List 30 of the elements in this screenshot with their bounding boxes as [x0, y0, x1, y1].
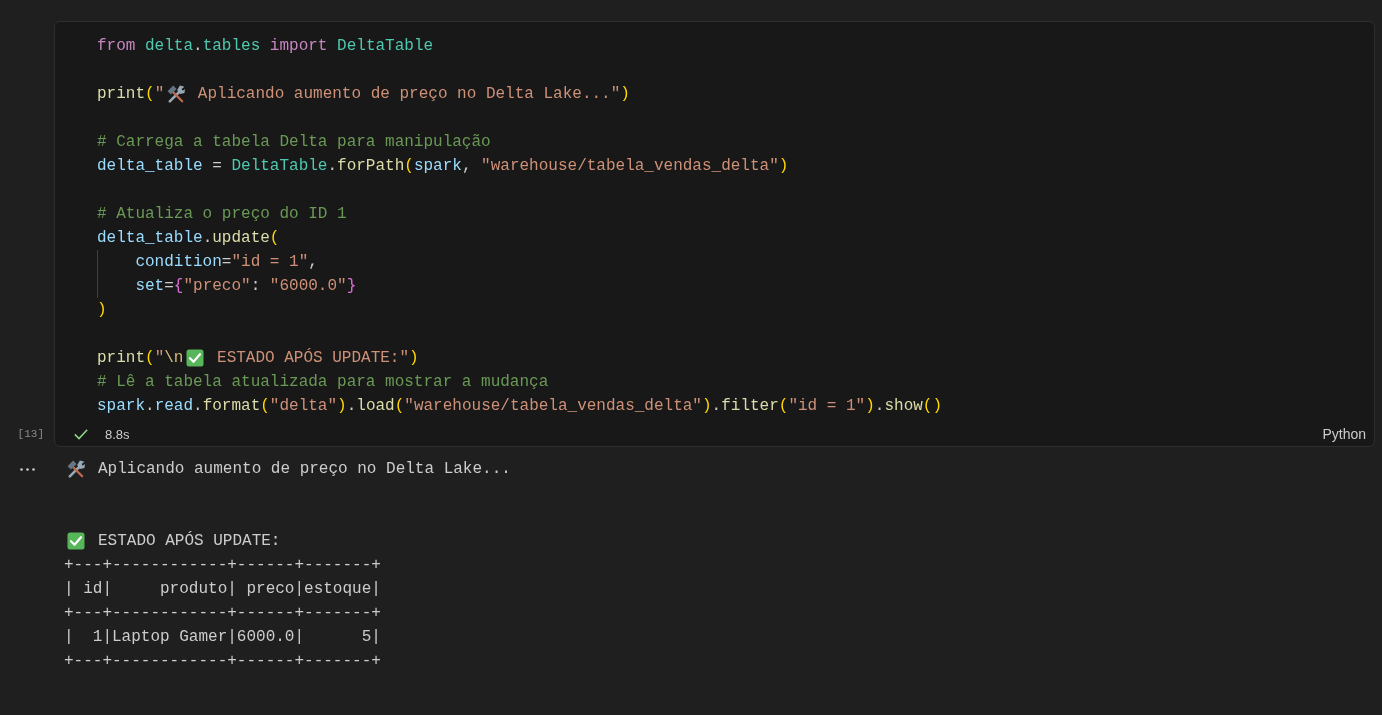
output-line: +---+------------+------+-------+	[64, 555, 381, 576]
execution-count: [13]	[17, 427, 44, 441]
check-square-icon	[67, 532, 85, 550]
code-line: condition="id = 1",	[97, 250, 318, 274]
output-text: ESTADO APÓS UPDATE:	[98, 530, 281, 552]
output-line: +---+------------+------+-------+	[64, 651, 381, 672]
code-line: spark.read.format("delta").load("warehouse/tabela_vendas_delta").filter("id = 1").show()	[97, 396, 943, 417]
code-text: print("\n	[97, 348, 184, 369]
execution-time: 8.8s	[105, 426, 130, 442]
code-line: # Carrega a tabela Delta para manipulação	[97, 132, 491, 153]
code-line: set={"preco": "6000.0"}	[97, 274, 357, 298]
code-line: )	[97, 300, 107, 321]
more-actions-icon[interactable]	[20, 468, 35, 471]
output-text: Aplicando aumento de preço no Delta Lake...	[98, 459, 511, 480]
code-line: delta_table.update(	[97, 228, 280, 249]
code-text: print("	[97, 84, 165, 105]
tools-icon	[167, 85, 186, 103]
output-line: | id| produto| preco|estoque|	[64, 579, 381, 600]
language-label[interactable]: Python	[1322, 426, 1366, 442]
tools-icon	[67, 460, 85, 478]
code-line: # Lê a tabela atualizada para mostrar a mudança	[97, 372, 549, 393]
code-line: delta_table = DeltaTable.forPath(spark, "warehouse/tabela_vendas_delta")	[97, 156, 789, 177]
code-cell[interactable]	[54, 21, 1375, 447]
code-line: # Atualiza o preço do ID 1	[97, 204, 347, 225]
output-line: +---+------------+------+-------+	[64, 603, 381, 624]
code-text: ESTADO APÓS UPDATE:")	[216, 347, 419, 369]
code-text: Aplicando aumento de preço no Delta Lake...")	[196, 84, 630, 105]
code-line: from delta.tables import DeltaTable	[97, 36, 434, 57]
check-square-icon	[186, 349, 205, 367]
output-line: | 1|Laptop Gamer|6000.0| 5|	[64, 627, 381, 648]
